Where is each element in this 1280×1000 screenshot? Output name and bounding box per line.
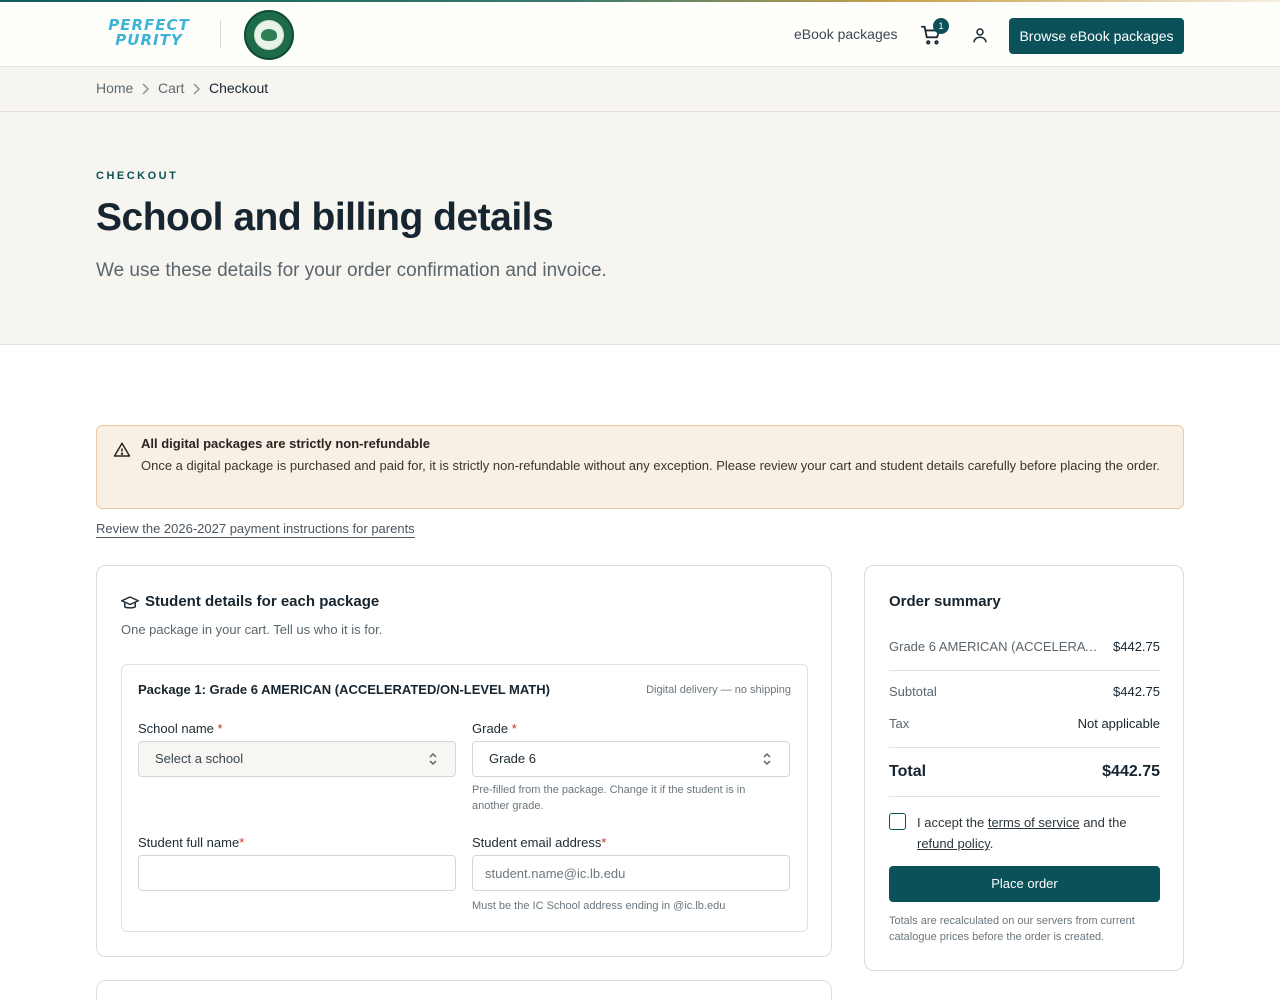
terms-text: I accept the terms of service and the re… bbox=[917, 815, 1127, 851]
breadcrumb-checkout: Checkout bbox=[209, 80, 269, 96]
tax-value: Not applicable bbox=[1077, 716, 1160, 731]
required-marker: * bbox=[217, 721, 223, 736]
refund-policy-link[interactable]: refund policy bbox=[917, 836, 990, 851]
package-1-panel: Package 1: Grade 6 AMERICAN (ACCELERATED… bbox=[121, 664, 808, 932]
required-marker: * bbox=[239, 835, 245, 850]
student-details-card: Student details for each package One pac… bbox=[96, 565, 832, 957]
breadcrumb-home[interactable]: Home bbox=[96, 80, 133, 96]
checkout-hero: CHECKOUT School and billing details We u… bbox=[0, 112, 1280, 345]
grade-select[interactable]: Grade 6 bbox=[472, 741, 790, 777]
required-marker: * bbox=[511, 721, 517, 736]
total-value: $442.75 bbox=[1102, 763, 1160, 780]
subtotal-value: $442.75 bbox=[1113, 684, 1160, 699]
select-arrows-icon bbox=[763, 752, 771, 766]
total-row: Total $442.75 bbox=[889, 763, 1160, 781]
seal-emblem bbox=[254, 20, 284, 50]
non-refundable-alert: All digital packages are strictly non-re… bbox=[96, 425, 1184, 509]
terms-of-service-link[interactable]: terms of service bbox=[988, 815, 1080, 830]
site-header: PERFECT PURITY eBook packages 1 Browse e… bbox=[0, 2, 1280, 67]
user-account-icon[interactable] bbox=[971, 26, 989, 44]
school-select[interactable]: Select a school bbox=[138, 741, 456, 777]
select-arrows-icon bbox=[429, 752, 437, 766]
total-label: Total bbox=[889, 763, 927, 780]
subtotal-label: Subtotal bbox=[889, 684, 937, 699]
tax-label: Tax bbox=[889, 716, 910, 731]
summary-divider bbox=[889, 747, 1160, 748]
student-details-subtitle: One package in your cart. Tell us who it… bbox=[121, 622, 383, 637]
package-title: Package 1: Grade 6 AMERICAN (ACCELERATED… bbox=[138, 682, 550, 697]
alert-body: Once a digital package is purchased and … bbox=[141, 458, 1160, 473]
logo-divider bbox=[220, 20, 221, 48]
accept-terms-checkbox[interactable] bbox=[889, 813, 906, 830]
student-email-label: Student email address* bbox=[472, 835, 607, 850]
required-marker: * bbox=[601, 835, 607, 850]
subtotal-row: Subtotal $442.75 bbox=[889, 684, 1160, 699]
graduation-cap-icon bbox=[121, 596, 139, 609]
perfect-purity-logo[interactable]: PERFECT PURITY bbox=[100, 18, 198, 48]
warning-icon bbox=[113, 442, 131, 457]
page-title: School and billing details bbox=[96, 196, 554, 239]
student-name-input[interactable] bbox=[138, 855, 456, 891]
totals-note: Totals are recalculated on our servers f… bbox=[889, 915, 1135, 943]
payment-instructions-link[interactable]: Review the 2026-2027 payment instruction… bbox=[96, 521, 415, 538]
nav-ebook-packages[interactable]: eBook packages bbox=[794, 26, 898, 42]
grade-label: Grade * bbox=[472, 721, 517, 736]
school-seal-logo[interactable] bbox=[244, 10, 294, 60]
school-select-value: Select a school bbox=[155, 751, 244, 766]
chevron-right-icon bbox=[140, 82, 152, 96]
grade-select-value: Grade 6 bbox=[489, 751, 536, 766]
delivery-note: Digital delivery — no shipping bbox=[646, 684, 791, 696]
email-hint: Must be the IC School address ending in … bbox=[472, 900, 726, 912]
place-order-button[interactable]: Place order bbox=[889, 866, 1160, 902]
order-item-name: Grade 6 AMERICAN (ACCELERATED/ON-LEVEL M… bbox=[889, 639, 1099, 654]
order-summary-title: Order summary bbox=[889, 593, 1001, 610]
next-section-card bbox=[96, 980, 832, 1000]
page-subtitle: We use these details for your order conf… bbox=[96, 260, 607, 281]
summary-divider bbox=[889, 670, 1160, 671]
summary-divider bbox=[889, 796, 1160, 797]
order-summary-card: Order summary Grade 6 AMERICAN (ACCELERA… bbox=[864, 565, 1184, 971]
grade-hint: Pre-filled from the package. Change it i… bbox=[472, 784, 746, 812]
cart-count-badge: 1 bbox=[933, 18, 949, 34]
browse-ebook-packages-button[interactable]: Browse eBook packages bbox=[1009, 18, 1184, 54]
chevron-right-icon bbox=[191, 82, 203, 96]
student-details-title: Student details for each package bbox=[145, 593, 380, 610]
student-email-input[interactable] bbox=[472, 855, 790, 891]
student-name-label: Student full name* bbox=[138, 835, 245, 850]
breadcrumb: Home Cart Checkout bbox=[0, 67, 1280, 112]
order-item-row: Grade 6 AMERICAN (ACCELERATED/ON-LEVEL M… bbox=[889, 639, 1160, 654]
tax-row: Tax Not applicable bbox=[889, 716, 1160, 731]
school-name-label: School name * bbox=[138, 721, 223, 736]
order-item-price: $442.75 bbox=[1113, 639, 1160, 654]
alert-title: All digital packages are strictly non-re… bbox=[141, 436, 430, 451]
breadcrumb-cart[interactable]: Cart bbox=[158, 80, 184, 96]
eyebrow-label: CHECKOUT bbox=[96, 170, 179, 182]
